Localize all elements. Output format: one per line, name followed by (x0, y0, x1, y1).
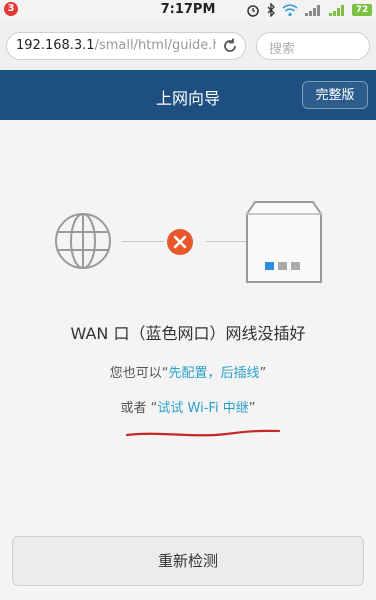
alarm-icon (247, 5, 259, 17)
wifi-repeater-line: 或者 “试试 Wi-Fi 中继” (0, 397, 376, 416)
wifi-icon (282, 3, 298, 16)
redetect-button[interactable]: 重新检测 (12, 536, 364, 586)
wan-status-message: WAN 口（蓝色网口）网线没插好 (70, 324, 306, 343)
signal-icon (305, 4, 320, 16)
alt-config-suffix: ” (259, 366, 267, 381)
connection-line-left (122, 241, 164, 242)
globe-icon (55, 213, 111, 269)
search-input[interactable]: 搜索 (256, 32, 370, 60)
search-placeholder: 搜索 (269, 42, 296, 57)
full-version-button[interactable]: 完整版 (302, 81, 368, 109)
url-host: 192.168.3.1 (16, 38, 95, 53)
status-icons: 72 (246, 2, 372, 18)
wifi-repeater-prefix: 或者 “ (120, 401, 158, 416)
hand-drawn-underline (126, 429, 281, 437)
alt-config-line: 您也可以“先配置，后插线” (0, 362, 376, 381)
connection-line-right (206, 241, 250, 242)
browser-toolbar: 192.168.3.1/small/html/guide.htm 搜索 (0, 20, 376, 71)
wifi-repeater-link[interactable]: 试试 Wi-Fi 中继 (157, 401, 248, 416)
reload-icon[interactable] (221, 37, 239, 55)
url-path: /small/html/guide.htm (94, 38, 216, 53)
alt-config-prefix: 您也可以“ (109, 366, 169, 381)
status-bar: 3 7:17PM 72 (0, 0, 376, 20)
router-icon (246, 201, 322, 283)
url-text: 192.168.3.1/small/html/guide.htm (16, 38, 216, 53)
url-field[interactable]: 192.168.3.1/small/html/guide.htm (6, 32, 246, 60)
battery-icon: 72 (352, 4, 372, 16)
bluetooth-icon (267, 3, 275, 17)
page-header: 上网向导 完整版 (0, 70, 376, 120)
wifi-repeater-suffix: ” (248, 401, 256, 416)
signal-icon-2 (329, 4, 344, 16)
error-x-icon (167, 229, 193, 255)
configure-first-link[interactable]: 先配置，后插线 (168, 366, 259, 381)
connection-diagram (0, 190, 376, 300)
